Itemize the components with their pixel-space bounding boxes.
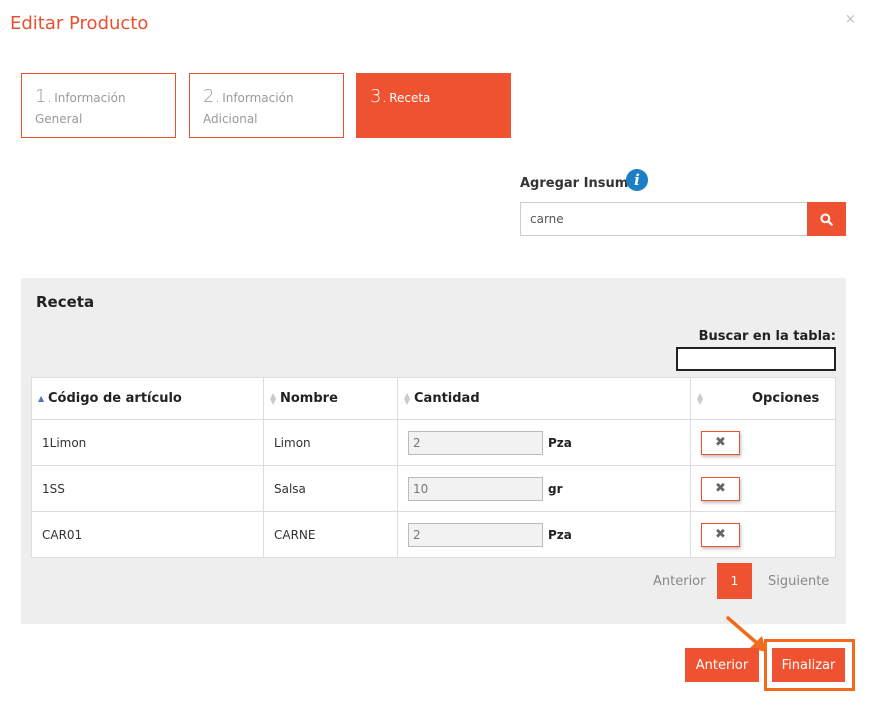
sort-icon: ▲ ▼ [270,390,277,406]
column-header-label: Nombre [280,391,338,406]
step-number: 2. [203,86,221,107]
close-icon: ✖ [715,435,726,450]
cell-options: ✖ [690,465,836,512]
supplies-search-input[interactable] [520,202,808,236]
cell-quantity: Pza [397,511,691,558]
close-icon: ✖ [715,527,726,542]
step-informacion-adicional[interactable]: 2. Información Adicional [189,73,344,138]
cell-name: CARNE [263,511,398,558]
sort-icon: ▲ ▼ [697,390,704,406]
delete-row-button[interactable]: ✖ [701,430,740,455]
table-row: 1Limon Limon Pza ✖ [31,419,836,466]
step-number: 3. [370,86,388,107]
delete-row-button[interactable]: ✖ [701,476,740,501]
step-receta[interactable]: 3. Receta [356,73,511,138]
info-icon[interactable]: i [626,169,648,191]
column-header-name[interactable]: ▲ ▼ Nombre [263,377,398,420]
search-icon [820,212,833,226]
column-header-label: Código de artículo [48,391,182,406]
cell-code: CAR01 [31,511,264,558]
recipe-panel: Receta Buscar en la tabla: ▲ Código de ar… [21,278,846,624]
table-header-row: ▲ Código de artículo ▲ ▼ Nombre ▲ ▼ Cantidad … [31,377,836,420]
table-filter-input[interactable] [676,347,836,371]
unit-label: Pza [548,527,572,542]
modal-title: Editar Producto [10,13,149,34]
table-row: 1SS Salsa gr ✖ [31,465,836,512]
recipe-title: Receta [36,293,95,311]
column-header-label: Opciones [752,391,820,406]
cell-options: ✖ [690,511,836,558]
step-number: 1. [35,86,53,107]
unit-label: Pza [548,435,572,450]
table-row: CAR01 CARNE Pza ✖ [31,511,836,558]
search-button[interactable] [807,202,846,236]
recipe-table: ▲ Código de artículo ▲ ▼ Nombre ▲ ▼ Cantidad … [31,377,836,558]
close-icon: ✖ [715,481,726,496]
step-informacion-general[interactable]: 1. Información General [21,73,176,138]
previous-button[interactable]: Anterior [685,648,759,682]
cell-name: Limon [263,419,398,466]
finish-button[interactable]: Finalizar [772,648,845,682]
table-filter-label: Buscar en la tabla: [698,329,836,344]
delete-row-button[interactable]: ✖ [701,522,740,547]
quantity-input[interactable] [408,430,543,455]
column-header-label: Cantidad [414,391,480,406]
sort-icon: ▲ ▼ [404,390,411,406]
quantity-input[interactable] [408,522,543,547]
column-header-quantity[interactable]: ▲ ▼ Cantidad [397,377,691,420]
pager-page-1[interactable]: 1 [717,563,752,599]
sort-asc-icon: ▲ [38,393,45,403]
quantity-input[interactable] [408,476,543,501]
cell-code: 1SS [31,465,264,512]
cell-name: Salsa [263,465,398,512]
pager-previous[interactable]: Anterior [653,574,705,589]
cell-quantity: Pza [397,419,691,466]
pager-next[interactable]: Siguiente [768,574,829,589]
column-header-options[interactable]: ▲ ▼ Opciones [690,377,836,420]
cell-quantity: gr [397,465,691,512]
column-header-code[interactable]: ▲ Código de artículo [31,377,264,420]
close-icon[interactable]: × [845,12,856,27]
unit-label: gr [548,481,563,496]
cell-options: ✖ [690,419,836,466]
cell-code: 1Limon [31,419,264,466]
step-label: Receta [389,91,431,105]
